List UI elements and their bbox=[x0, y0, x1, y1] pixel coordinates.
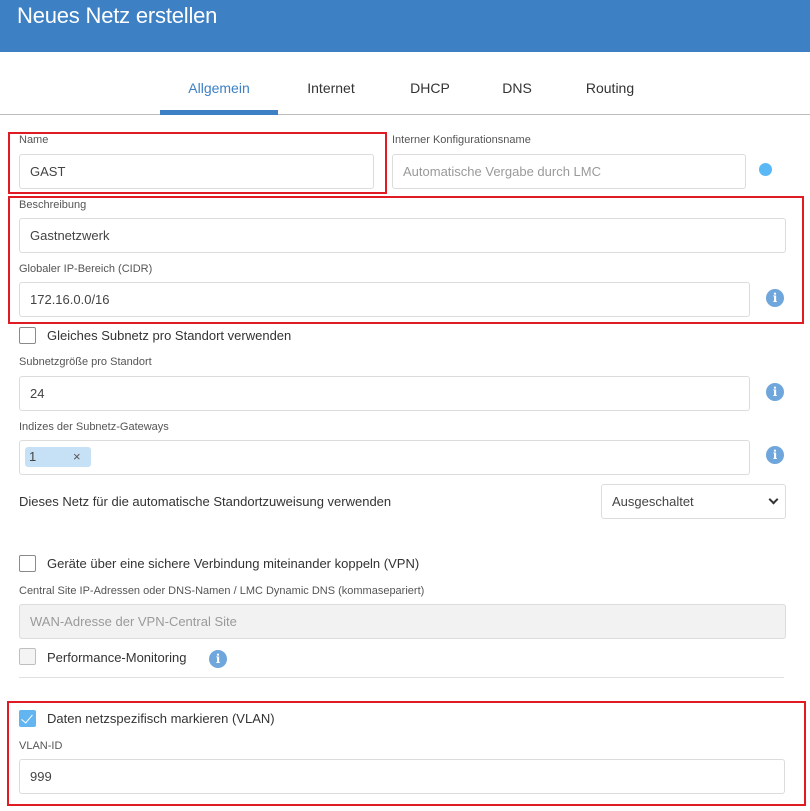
tab-routing[interactable]: Routing bbox=[586, 80, 634, 96]
name-input[interactable]: GAST bbox=[19, 154, 374, 189]
tab-internet[interactable]: Internet bbox=[307, 80, 354, 96]
vlan-id-label: VLAN-ID bbox=[19, 740, 63, 752]
status-dot-icon bbox=[759, 163, 772, 176]
central-site-label: Central Site IP-Adressen oder DNS-Namen … bbox=[19, 585, 425, 597]
gateway-index-tag: 1 × bbox=[25, 447, 91, 467]
remove-tag-icon[interactable]: × bbox=[73, 447, 81, 467]
subnet-size-info-icon[interactable]: i bbox=[766, 383, 784, 401]
gateway-indices-label: Indizes der Subnetz-Gateways bbox=[19, 421, 169, 433]
page-header: Neues Netz erstellen bbox=[0, 0, 810, 52]
tab-bar bbox=[0, 52, 810, 115]
tab-allgemein[interactable]: Allgemein bbox=[188, 80, 249, 96]
page-title: Neues Netz erstellen bbox=[17, 3, 218, 28]
gateway-indices-info-icon[interactable]: i bbox=[766, 446, 784, 464]
tab-dhcp[interactable]: DHCP bbox=[410, 80, 450, 96]
performance-monitoring-checkbox[interactable] bbox=[19, 648, 36, 665]
vlan-label: Daten netzspezifisch markieren (VLAN) bbox=[47, 711, 275, 726]
tab-divider bbox=[0, 114, 810, 115]
internal-name-input[interactable]: Automatische Vergabe durch LMC bbox=[392, 154, 746, 189]
vlan-checkbox[interactable] bbox=[19, 710, 36, 727]
vlan-id-input[interactable]: 999 bbox=[19, 759, 785, 794]
name-label: Name bbox=[19, 134, 49, 146]
section-divider bbox=[19, 677, 784, 678]
vpn-label: Geräte über eine sichere Verbindung mite… bbox=[47, 556, 420, 571]
auto-assign-selected-value: Ausgeschaltet bbox=[612, 494, 694, 509]
auto-assign-label: Dieses Netz für die automatische Standor… bbox=[19, 494, 392, 509]
ip-range-info-icon[interactable]: i bbox=[766, 289, 784, 307]
gateway-indices-input[interactable] bbox=[19, 440, 750, 475]
subnet-size-input[interactable]: 24 bbox=[19, 376, 750, 411]
active-tab-indicator bbox=[160, 110, 278, 115]
same-subnet-checkbox[interactable] bbox=[19, 327, 36, 344]
description-label: Beschreibung bbox=[19, 199, 87, 211]
same-subnet-label: Gleiches Subnetz pro Standort verwenden bbox=[47, 328, 292, 343]
performance-monitoring-info-icon[interactable]: i bbox=[209, 650, 227, 668]
vpn-checkbox[interactable] bbox=[19, 555, 36, 572]
central-site-input[interactable]: WAN-Adresse der VPN-Central Site bbox=[19, 604, 786, 639]
ip-range-label: Globaler IP-Bereich (CIDR) bbox=[19, 263, 153, 275]
subnet-size-label: Subnetzgröße pro Standort bbox=[19, 356, 152, 368]
tab-dns[interactable]: DNS bbox=[502, 80, 532, 96]
chevron-down-icon bbox=[768, 494, 779, 505]
gateway-index-tag-value: 1 bbox=[29, 449, 37, 464]
description-input[interactable]: Gastnetzwerk bbox=[19, 218, 786, 253]
performance-monitoring-label: Performance-Monitoring bbox=[47, 650, 187, 665]
ip-range-input[interactable]: 172.16.0.0/16 bbox=[19, 282, 750, 317]
checkmark-icon bbox=[21, 711, 33, 724]
auto-assign-select[interactable]: Ausgeschaltet bbox=[601, 484, 786, 519]
internal-name-label: Interner Konfigurationsname bbox=[392, 134, 531, 146]
